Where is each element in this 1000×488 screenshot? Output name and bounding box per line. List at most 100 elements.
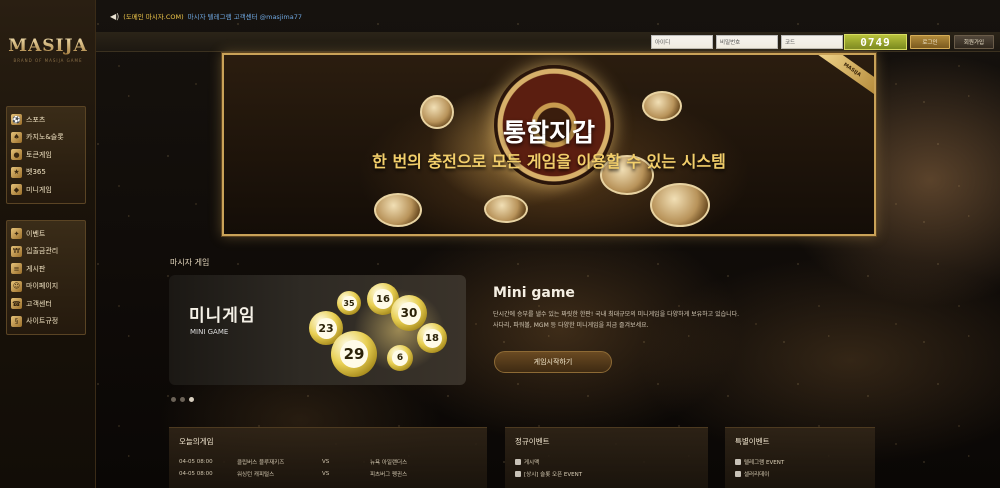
sidebar-item-casino[interactable]: ♠ 카지노&슬롯: [11, 129, 81, 147]
sidebar-item-mypage[interactable]: ☺ 마이페이지: [11, 278, 81, 296]
banner-ribbon: MASIJA: [815, 55, 874, 99]
account-menu: ✦ 이벤트 ₩ 입출금관리 ≡ 게시판 ☺ 마이페이지 ☎ 고객센터 § 사이트…: [6, 220, 86, 335]
table-row[interactable]: 04-05 08:00 워싱턴 캐피털스 VS 피츠버그 펭귄스: [179, 468, 477, 480]
minigame-card-title: 미니게임: [189, 306, 256, 326]
panel-title: 특별이벤트: [735, 437, 770, 446]
list-item[interactable]: 셀러리데이: [735, 468, 865, 480]
sidebar-item-event[interactable]: ✦ 이벤트: [11, 225, 81, 243]
gift-icon: ✦: [11, 228, 22, 240]
sidebar-item-label: 스포츠: [26, 115, 46, 124]
event-label: [상시] 슬롯 오픈 EVENT: [524, 472, 583, 478]
logo-subtext: BRAND OF MASIJA GAME: [13, 57, 83, 63]
login-bar: 아이디 비밀번호 코드 0749 로그인 회원가입: [96, 32, 1000, 52]
sidebar-item-label: 게시판: [26, 264, 46, 273]
home-team: 워싱턴 캐피털스: [237, 472, 275, 478]
login-button[interactable]: 로그인: [910, 35, 950, 49]
sidebar-item-board[interactable]: ≡ 게시판: [11, 260, 81, 278]
chip-image: [484, 195, 528, 223]
banner-subtitle: 한 번의 충전으로 모든 게임을 이용할 수 있는 시스템: [372, 152, 726, 171]
casino-icon: ♠: [11, 131, 22, 143]
list-item[interactable]: 게시맥: [515, 456, 698, 468]
minigame-description: 단시간에 승부를 낼수 있는 짜릿한 한판! 국내 최대규모의 미니게임을 다양…: [493, 309, 773, 331]
logo-text: MASIJA: [8, 35, 88, 56]
sidebar-item-label: 미니게임: [26, 185, 52, 194]
sidebar-item-label: 벳365: [26, 168, 46, 177]
notice-bar: ◀) (도메인 마시자.COM) 마시자 텔레그램 고객센터 @masjima7…: [110, 10, 302, 22]
sidebar-item-label: 마이페이지: [26, 282, 59, 291]
minigame-icon: ◆: [11, 184, 22, 196]
panel-title: 오늘의게임: [179, 437, 214, 446]
sidebar-item-minigame[interactable]: ◆ 미니게임: [11, 181, 81, 199]
sidebar-item-label: 입출금관리: [26, 247, 59, 256]
notice-message: 마시자 텔레그램 고객센터 @masjima77: [187, 13, 303, 21]
sidebar-item-label: 사이트규정: [26, 317, 59, 326]
board-icon: [515, 471, 521, 477]
vs-label: VS: [322, 459, 330, 465]
minigame-desc-line: 사다리, 파워볼, MGM 등 다양한 미니게임을 지금 즐겨보세요.: [493, 322, 649, 329]
board-icon: [735, 459, 741, 465]
left-sidebar: MASIJA BRAND OF MASIJA GAME ⚽ 스포츠 ♠ 카지노&…: [0, 0, 96, 488]
bet365-icon: ★: [11, 166, 22, 178]
panel-title: 정규이벤트: [515, 437, 550, 446]
code-input[interactable]: 코드: [781, 35, 843, 49]
minigame-card[interactable]: 미니게임 MINI GAME 35 16 30 23 18 29 6: [169, 275, 466, 385]
id-input[interactable]: 아이디: [651, 35, 713, 49]
join-button[interactable]: 회원가입: [954, 35, 994, 49]
lottery-ball: 35: [337, 291, 361, 315]
sports-icon: ⚽: [11, 114, 22, 126]
away-team: 피츠버그 펭귄스: [370, 472, 408, 478]
board-icon: [735, 471, 741, 477]
home-team: 클립버스 블루재키즈: [237, 460, 285, 466]
table-row[interactable]: 04-05 08:00 클립버스 블루재키즈 VS 뉴욕 아일랜더스: [179, 456, 477, 468]
sidebar-item-deposit[interactable]: ₩ 입출금관리: [11, 243, 81, 261]
carousel-dot[interactable]: [171, 397, 176, 402]
headset-icon: ☎: [11, 298, 22, 310]
wallet-icon: ₩: [11, 245, 22, 257]
minigame-card-subtitle: MINI GAME: [190, 328, 229, 336]
sidebar-item-sports[interactable]: ⚽ 스포츠: [11, 111, 81, 129]
carousel-dot-active[interactable]: [189, 397, 194, 402]
section-title: 마시자 게임: [170, 258, 210, 267]
sidebar-item-bet365[interactable]: ★ 벳365: [11, 164, 81, 182]
away-team: 뉴욕 아일랜더스: [370, 460, 408, 466]
captcha-code: 0749: [844, 34, 907, 50]
game-start-button[interactable]: 게임시작하기: [494, 351, 612, 373]
game-menu: ⚽ 스포츠 ♠ 카지노&슬롯 ● 토큰게임 ★ 벳365 ◆ 미니게임: [6, 106, 86, 204]
sidebar-item-support[interactable]: ☎ 고객센터: [11, 295, 81, 313]
password-input[interactable]: 비밀번호: [716, 35, 778, 49]
board-icon: [515, 459, 521, 465]
lottery-ball: 18: [417, 323, 447, 353]
notice-domain: (도메인 마시자.COM): [123, 13, 184, 21]
list-item[interactable]: 텔레그램 EVENT: [735, 456, 865, 468]
sidebar-item-label: 고객센터: [26, 299, 52, 308]
event-label: 셀러리데이: [744, 472, 770, 478]
token-icon: ●: [11, 149, 22, 161]
rules-icon: §: [11, 315, 22, 327]
chip-image: [650, 183, 710, 227]
special-events-panel: 특별이벤트 텔레그램 EVENT 셀러리데이: [725, 427, 875, 488]
minigame-title: Mini game: [493, 285, 575, 301]
sidebar-item-label: 토큰게임: [26, 150, 52, 159]
today-games-panel: 오늘의게임 04-05 08:00 클립버스 블루재키즈 VS 뉴욕 아일랜더스…: [169, 427, 487, 488]
list-item[interactable]: [상시] 슬롯 오픈 EVENT: [515, 468, 698, 480]
sidebar-item-label: 이벤트: [26, 229, 46, 238]
minigame-desc-line: 단시간에 승부를 낼수 있는 짜릿한 한판! 국내 최대규모의 미니게임을 다양…: [493, 311, 740, 318]
match-time: 04-05 08:00: [179, 471, 213, 477]
board-icon: ≡: [11, 263, 22, 275]
lottery-ball: 29: [331, 331, 377, 377]
carousel-dots: [171, 397, 194, 402]
main-banner[interactable]: MASIJA 통합지갑 한 번의 충전으로 모든 게임을 이용할 수 있는 시스…: [222, 53, 876, 236]
event-label: 게시맥: [524, 460, 540, 466]
vs-label: VS: [322, 471, 330, 477]
banner-title: 통합지갑: [502, 118, 595, 147]
lottery-ball: 6: [387, 345, 413, 371]
speaker-icon: ◀): [110, 11, 120, 21]
sidebar-item-rules[interactable]: § 사이트규정: [11, 313, 81, 331]
sidebar-item-label: 카지노&슬롯: [26, 133, 64, 142]
sidebar-item-token[interactable]: ● 토큰게임: [11, 146, 81, 164]
user-icon: ☺: [11, 280, 22, 292]
event-label: 텔레그램 EVENT: [744, 460, 785, 466]
site-logo[interactable]: MASIJA BRAND OF MASIJA GAME: [6, 20, 90, 78]
chip-image: [374, 193, 422, 227]
carousel-dot[interactable]: [180, 397, 185, 402]
